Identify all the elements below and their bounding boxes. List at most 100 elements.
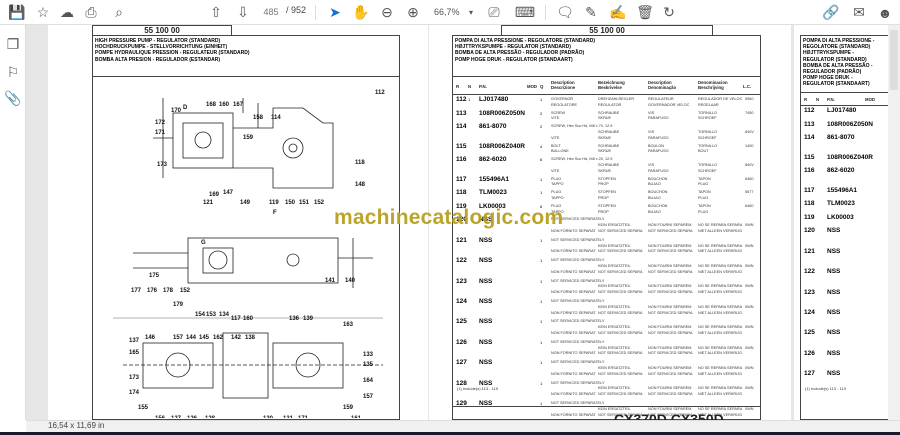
table-row[interactable]: 125 NSS [801,329,888,347]
table-row[interactable]: 128 NSS 1 NOT SERVICED SEPARATELY KEIN ERSAT… [453,380,760,398]
bookmark-icon[interactable]: ⚐ [4,63,22,82]
description-cell: NO SE REPARA SEPARA [698,243,743,248]
divider [315,5,316,20]
description-line: KEIN ERSATZTEIL NON FOURNI SEPAREM NO SE R… [551,325,761,330]
table-row[interactable]: 120 NSS [801,227,888,245]
upload-cloud-icon[interactable]: ☁ [58,3,76,22]
description-cell: REGELAAR [698,102,719,107]
hand-tool-icon[interactable]: ✋ [352,3,370,22]
table-row[interactable]: 127 NSS 1 NOT SERVICED SEPARATELY KEIN ERSAT… [453,359,760,377]
pages-icon[interactable]: ❐ [4,35,22,54]
cell-q: 4 [540,143,543,149]
description-cell: NON FORNITO SEPARAT [551,392,596,397]
table-row[interactable]: 112 LJ017480 [801,107,888,120]
email-icon[interactable]: ✉ [850,3,868,22]
pencil-icon[interactable]: ✎ [582,3,600,22]
table-row[interactable]: 122 NSS [801,268,888,286]
table-row[interactable]: 113 108R006Z050N 2 SCREW SCHRAUBE VIS TORNILLO… [453,110,760,123]
cell-pn: NSS [827,268,841,276]
description-cell: NIET ALLEEN VERKRIJG [698,330,743,335]
table-row[interactable]: 117 155496A1 [801,187,888,200]
table-row[interactable]: 115 108R006Z040R 4 BOLT SCHRAUBE BOULON TORNIL… [453,143,760,156]
description-cell: NOT SERVICED SEPARATELY [551,299,605,303]
divider [93,76,399,77]
zoom-out-icon[interactable]: ⊖ [378,3,396,22]
table-row[interactable]: 117 155496A1 1 PLUG STOPFEN BOUCHON TAPON 6460 T… [453,176,760,189]
table-row[interactable]: 115 108R006Z040R [801,154,888,167]
cell-q: 1 [540,299,543,304]
table-row[interactable]: 127 NSS [801,370,888,384]
description-cell: BUJAO [648,209,661,214]
comment-icon[interactable]: 🗨 [556,3,574,22]
description-cell: BOUCHON [648,203,668,208]
description-cell: NO SE REPARA SEPARA [698,223,743,228]
description-cell: SKRUE [598,116,612,121]
description-cell: NIET ALLEEN VERKRIJG [698,269,743,274]
table-row[interactable]: 124 NSS [801,309,888,327]
table-row[interactable]: 118 TLM0023 [801,200,888,213]
scroll-mode-icon[interactable]: ⌨ [515,3,535,22]
table-row[interactable]: 126 NSS [801,350,888,368]
part-callout: 177 [131,288,142,294]
description-cell: TAPPO [551,195,564,200]
part-callout: 126 [187,416,198,418]
save-icon[interactable]: 💾 [8,3,26,22]
table-row[interactable]: 112 LJ017480 1 1 GOVERNOR DREHZAHLREGLER REGUL… [453,96,760,109]
page-up-icon[interactable]: ⇧ [207,3,225,22]
zoom-dropdown-icon[interactable]: ▾ [466,3,476,22]
zoom-in-icon[interactable]: ⊕ [404,3,422,22]
sign-icon[interactable]: ✍ [609,3,627,22]
attachment-icon[interactable]: 📎 [4,89,22,108]
delete-icon[interactable]: 🗑 [636,3,654,22]
part-callout: 173 [157,162,168,168]
table-row[interactable]: 118 TLM0023 1 PLUG STOPFEN BOUCHON TAPON 5577 TA… [453,189,760,202]
table-row[interactable]: 124 NSS 1 NOT SERVICED SEPARATELY KEIN ERSAT… [453,298,760,316]
description-cell: GOVERNOR [551,97,574,101]
account-icon[interactable]: ☻ [876,3,894,22]
cell-r: 118 [804,200,815,208]
rotate-icon[interactable]: ↻ [660,3,678,22]
table-row[interactable]: 113 108R006Z050N [801,121,888,134]
scrollbar-thumb[interactable] [890,30,898,90]
page-number-input[interactable] [258,5,284,19]
description-cell: NON FOURNI SEPAREM [648,263,692,268]
fit-page-icon[interactable]: ⎚ [485,3,503,22]
page-total: / 952 [286,5,307,15]
part-callout: 140 [345,278,356,284]
print-icon[interactable]: ⎙ [82,3,100,22]
description-cell: TORNILLO [698,143,717,148]
description-line: NOT SERVICED SEPARATELY [551,299,761,304]
table-row[interactable]: 121 NSS [801,248,888,266]
table-row[interactable]: 114 861-8070 [801,134,888,152]
table-row[interactable]: 123 NSS 1 NOT SERVICED SEPARATELY KEIN ERSAT… [453,278,760,296]
part-callout: 160 [243,316,254,322]
description-cell: NON FORNITO SEPARAT [551,269,596,274]
page-down-icon[interactable]: ⇩ [234,3,252,22]
description-cell: NOT SERVICED SEPARA [648,249,693,254]
table-row[interactable]: 123 NSS [801,289,888,307]
cell-pn: 108R006Z040R [827,153,873,161]
description-cell: SCHRAUBE [598,110,620,115]
table-row[interactable]: 116 862-6020 [801,167,888,185]
bookmark-star-icon[interactable]: ☆ [34,3,52,22]
table-row[interactable]: 114 861-8070 2 SCREW, Hex Soc Hd, M8 x 70, … [453,123,760,141]
description-cell: NOT SERVICED SEPARA [598,371,643,376]
description-cell: 840V [745,162,754,167]
zoom-level-input[interactable] [434,5,468,19]
table-row[interactable]: 121 NSS 1 NOT SERVICED SEPARATELY KEIN ERSAT… [453,237,760,255]
table-row[interactable]: 122 NSS 1 NOT SERVICED SEPARATELY KEIN ERSAT… [453,257,760,275]
divider [453,76,760,77]
share-link-icon[interactable]: 🔗 [822,3,840,22]
part-callout: 162 [213,335,224,341]
cell-r: 114 [804,134,815,142]
part-callout: 144 [186,335,197,341]
description-line: KEIN ERSATZTEIL NON FOURNI SEPAREM NO SE R… [551,305,761,310]
table-row[interactable]: 119 LK00003 [801,214,888,227]
table-row[interactable]: 116 862-6020 6 SCREW, Hex Soc Hd, M8 x 20, … [453,156,760,174]
search-icon[interactable]: ⌕ [110,3,128,22]
select-cursor-icon[interactable]: ➤ [326,3,344,22]
description-line: NOT SERVICED SEPARATELY [551,319,761,324]
table-row[interactable]: 125 NSS 1 NOT SERVICED SEPARATELY KEIN ERSAT… [453,318,760,336]
part-callout: 121 [203,200,214,206]
table-row[interactable]: 126 NSS 1 NOT SERVICED SEPARATELY KEIN ERSAT… [453,339,760,357]
